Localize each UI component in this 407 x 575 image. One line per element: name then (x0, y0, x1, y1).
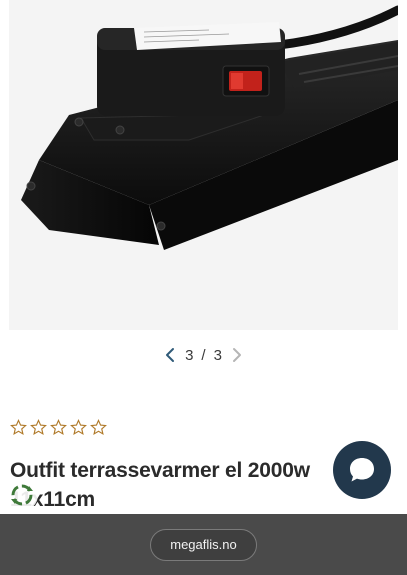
pager-current: 3 (185, 346, 194, 364)
star-icon (90, 419, 107, 436)
url-field[interactable]: megaflis.no (150, 528, 257, 561)
recycle-badge (6, 479, 38, 511)
chevron-left-icon[interactable] (163, 346, 177, 364)
pager-separator: / (201, 346, 206, 364)
product-page: 3 / 3 Outfit terrassevarmer el 2000w 11x… (0, 0, 407, 575)
recycle-icon (11, 484, 33, 506)
heater-illustration (9, 0, 398, 330)
image-pager: 3 / 3 (0, 344, 407, 366)
chevron-right-icon[interactable] (230, 346, 244, 364)
star-icon (30, 419, 47, 436)
product-title: Outfit terrassevarmer el 2000w 11x11cm (10, 459, 310, 511)
star-icon (70, 419, 87, 436)
browser-bottom-bar: megaflis.no (0, 514, 407, 575)
rating-stars[interactable] (10, 419, 107, 437)
pager-total: 3 (213, 346, 222, 364)
product-image[interactable] (9, 0, 398, 330)
star-icon (50, 419, 67, 436)
chat-bubble-icon (350, 458, 374, 482)
star-icon (10, 419, 27, 436)
chat-button[interactable] (333, 441, 391, 499)
